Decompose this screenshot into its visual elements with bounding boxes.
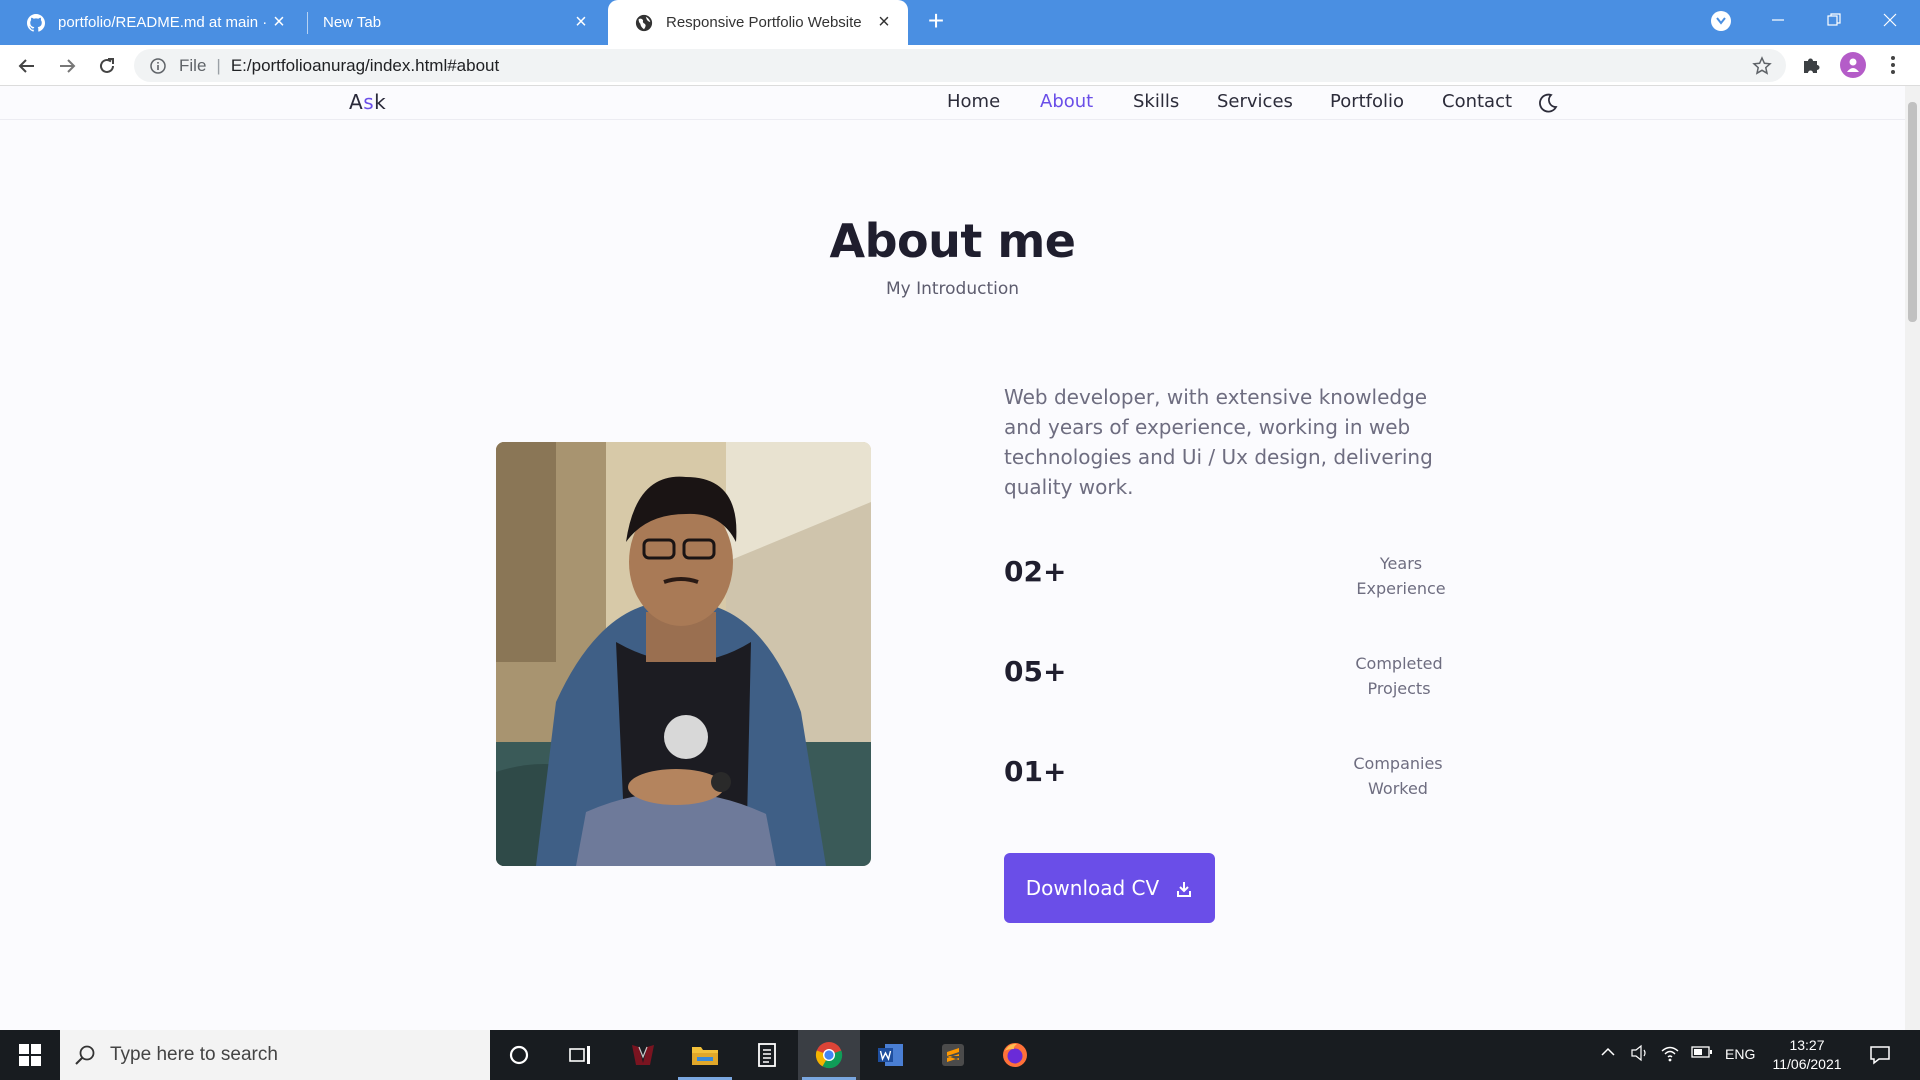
chrome-taskbar-icon[interactable] xyxy=(798,1030,860,1080)
tab-new-tab[interactable]: New Tab × xyxy=(309,0,605,45)
new-tab-plus-icon[interactable]: + xyxy=(922,7,950,36)
menu-kebab-icon[interactable] xyxy=(1882,54,1906,78)
about-description: Web developer, with extensive knowledge … xyxy=(1004,385,1433,499)
close-tab-icon[interactable]: × xyxy=(571,12,591,32)
address-bar[interactable]: File | E:/portfolioanurag/index.html#abo… xyxy=(134,49,1786,82)
notification-center-icon[interactable] xyxy=(1852,1030,1908,1080)
stat-companies-label: Companies Worked xyxy=(1333,751,1463,801)
browser-toolbar: File | E:/portfolioanurag/index.html#abo… xyxy=(0,45,1920,86)
url-text: E:/portfolioanurag/index.html#about xyxy=(230,55,500,75)
globe-icon xyxy=(634,13,654,33)
download-icon xyxy=(1175,879,1193,897)
taskbar-search-box[interactable]: Type here to search xyxy=(60,1030,490,1080)
forward-arrow-icon[interactable] xyxy=(53,52,81,80)
tab-title: Responsive Portfolio Website xyxy=(666,14,862,31)
stat-label-line: Projects xyxy=(1367,679,1431,698)
taskbar-search-placeholder: Type here to search xyxy=(110,1044,278,1065)
stat-years-value: 02+ xyxy=(1004,555,1067,588)
section-title: About me xyxy=(829,214,1076,268)
tab-title: portfolio/README.md at main · xyxy=(58,14,268,31)
stat-projects-value: 05+ xyxy=(1004,655,1067,688)
taskbar-clock[interactable]: 13:27 11/06/2021 xyxy=(1760,1036,1854,1074)
stat-companies-value: 01+ xyxy=(1004,755,1067,788)
scheme-label: File xyxy=(179,55,207,75)
nav-about[interactable]: About xyxy=(1040,91,1093,112)
extensions-puzzle-icon[interactable] xyxy=(1800,54,1824,78)
bookmark-star-icon[interactable] xyxy=(1752,56,1772,76)
nav-contact[interactable]: Contact xyxy=(1442,91,1512,112)
close-tab-icon[interactable]: × xyxy=(269,12,289,32)
word-app-icon[interactable] xyxy=(860,1030,922,1080)
reload-icon[interactable] xyxy=(93,52,121,80)
windows-taskbar: Type here to search ENG 13:27 11/06/2021 xyxy=(0,1030,1920,1080)
nav-skills[interactable]: Skills xyxy=(1133,91,1179,112)
stat-label-line: Worked xyxy=(1368,779,1428,798)
tab-title: New Tab xyxy=(323,14,382,31)
github-icon xyxy=(26,13,46,33)
scrollbar-thumb[interactable] xyxy=(1908,102,1917,322)
download-cv-label: Download CV xyxy=(1025,876,1160,900)
task-view-icon[interactable] xyxy=(550,1030,612,1080)
stat-years-label: Years Experience xyxy=(1336,551,1466,601)
address-divider: | xyxy=(216,55,221,75)
firefox-icon[interactable] xyxy=(984,1030,1046,1080)
profile-avatar[interactable] xyxy=(1840,52,1866,78)
section-subtitle: My Introduction xyxy=(885,279,1020,299)
stat-label-line: Experience xyxy=(1356,579,1446,598)
stat-label-line: Companies xyxy=(1353,754,1443,773)
close-tab-icon[interactable]: × xyxy=(874,12,894,32)
back-arrow-icon[interactable] xyxy=(13,52,41,80)
battery-icon[interactable] xyxy=(1691,1045,1715,1062)
wifi-icon[interactable] xyxy=(1660,1044,1682,1065)
search-icon xyxy=(74,1044,96,1066)
nav-portfolio[interactable]: Portfolio xyxy=(1330,91,1404,112)
stat-label-line: Years xyxy=(1379,554,1423,573)
clock-date: 11/06/2021 xyxy=(1772,1056,1842,1072)
clock-time: 13:27 xyxy=(1789,1037,1825,1053)
site-header: Ask Home About Skills Services Portfolio… xyxy=(0,86,1905,120)
main-nav: Home About Skills Services Portfolio Con… xyxy=(0,91,1905,115)
tab-portfolio-active[interactable]: Responsive Portfolio Website × xyxy=(608,0,908,45)
info-icon[interactable] xyxy=(149,57,167,75)
sublime-text-icon[interactable] xyxy=(922,1030,984,1080)
nav-home[interactable]: Home xyxy=(947,91,1000,112)
tab-github-readme[interactable]: portfolio/README.md at main · × xyxy=(0,0,303,45)
tray-chevron-up-icon[interactable] xyxy=(1600,1044,1622,1063)
close-window-icon[interactable] xyxy=(1862,0,1918,40)
tab-strip: portfolio/README.md at main · × New Tab … xyxy=(0,0,1920,45)
notepad-app-icon[interactable] xyxy=(736,1030,798,1080)
predator-app-icon[interactable] xyxy=(612,1030,674,1080)
moon-icon[interactable] xyxy=(1537,92,1559,114)
profile-photo xyxy=(496,442,871,866)
tab-search-chevron-icon[interactable] xyxy=(1711,11,1731,31)
page-scrollbar[interactable] xyxy=(1905,86,1920,1030)
file-explorer-icon[interactable] xyxy=(674,1030,736,1080)
tab-separator xyxy=(307,12,308,34)
portfolio-page: Ask Home About Skills Services Portfolio… xyxy=(0,86,1905,1030)
stat-label-line: Completed xyxy=(1355,654,1443,673)
volume-icon[interactable] xyxy=(1630,1044,1652,1065)
language-indicator[interactable]: ENG xyxy=(1725,1046,1755,1062)
nav-services[interactable]: Services xyxy=(1217,91,1293,112)
minimize-icon[interactable] xyxy=(1750,0,1806,40)
stat-projects-label: Completed Projects xyxy=(1334,651,1464,701)
cortana-icon[interactable] xyxy=(488,1030,550,1080)
windows-start-icon[interactable] xyxy=(0,1030,60,1080)
restore-icon[interactable] xyxy=(1806,0,1862,40)
download-cv-button[interactable]: Download CV xyxy=(1004,853,1215,923)
